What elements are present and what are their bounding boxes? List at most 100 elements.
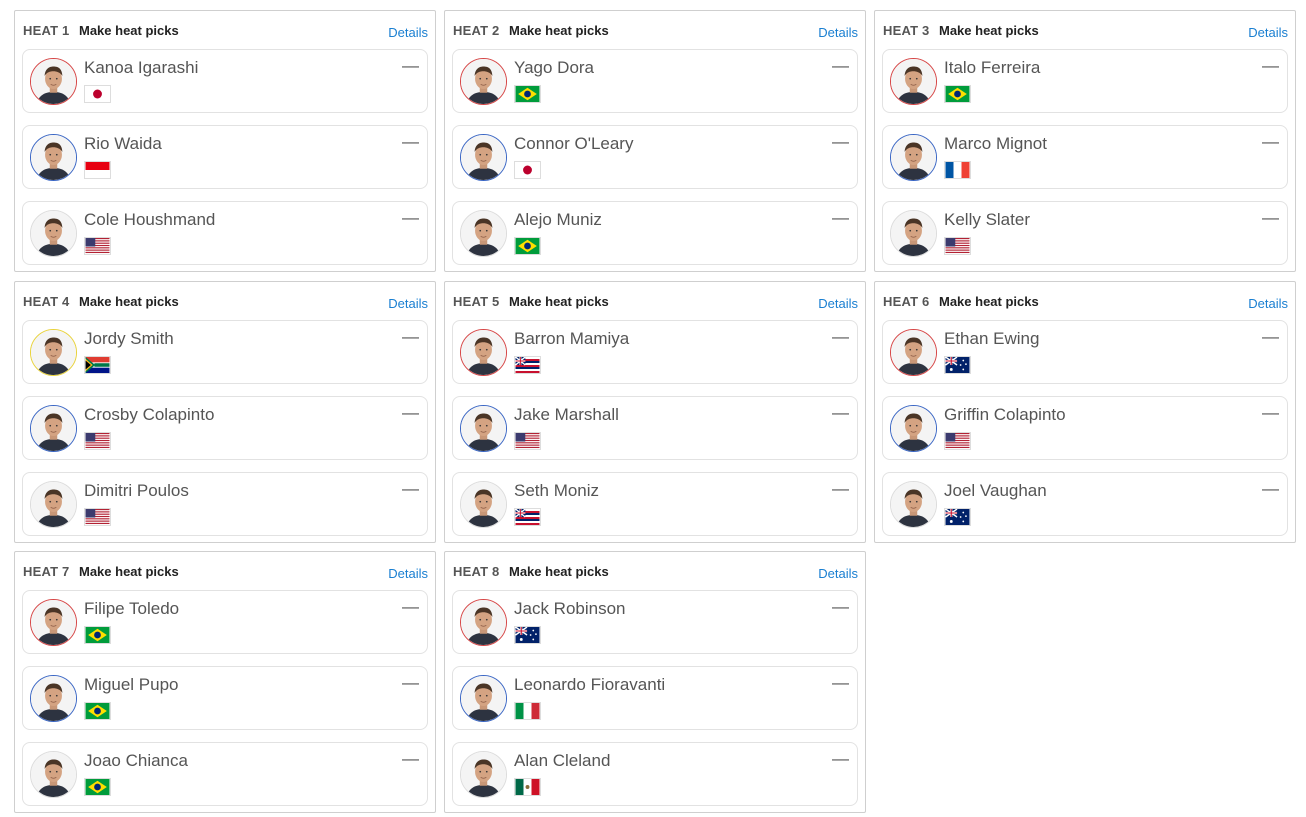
athlete-name: Connor O'Leary — [514, 134, 634, 153]
athlete-row[interactable]: Rio Waida — — [22, 125, 428, 189]
country-flag-icon — [944, 356, 971, 374]
athlete-name: Ethan Ewing — [944, 329, 1040, 348]
athlete-row[interactable]: Alejo Muniz — — [452, 201, 858, 265]
country-flag-icon — [514, 702, 541, 720]
athlete-avatar — [30, 675, 77, 722]
heat-card: HEAT 2 Make heat picks Details Yago Dora — Co… — [444, 10, 866, 272]
athlete-row[interactable]: Joel Vaughan — — [882, 472, 1288, 536]
heat-label: HEAT 5 — [453, 294, 500, 309]
athlete-row[interactable]: Kelly Slater — — [882, 201, 1288, 265]
athlete-score: — — [402, 479, 419, 498]
athlete-name: Dimitri Poulos — [84, 481, 189, 500]
details-link[interactable]: Details — [1248, 25, 1288, 40]
athlete-row[interactable]: Italo Ferreira — — [882, 49, 1288, 113]
athlete-row[interactable]: Crosby Colapinto — — [22, 396, 428, 460]
athlete-score: — — [832, 208, 849, 227]
athlete-avatar — [30, 599, 77, 646]
athlete-score: — — [1262, 479, 1279, 498]
athlete-avatar — [30, 405, 77, 452]
country-flag-icon — [514, 161, 541, 179]
make-heat-picks-link[interactable]: Make heat picks — [939, 23, 1039, 38]
athlete-avatar — [460, 58, 507, 105]
athlete-score: — — [402, 132, 419, 151]
athlete-avatar — [30, 751, 77, 798]
country-flag-icon — [84, 702, 111, 720]
country-flag-icon — [514, 778, 541, 796]
athlete-row[interactable]: Filipe Toledo — — [22, 590, 428, 654]
details-link[interactable]: Details — [818, 296, 858, 311]
details-link[interactable]: Details — [388, 25, 428, 40]
athlete-score: — — [832, 479, 849, 498]
heat-label: HEAT 3 — [883, 23, 930, 38]
athlete-row[interactable]: Jordy Smith — — [22, 320, 428, 384]
country-flag-icon — [514, 356, 541, 374]
country-flag-icon — [84, 237, 111, 255]
make-heat-picks-link[interactable]: Make heat picks — [79, 294, 179, 309]
athlete-avatar — [460, 329, 507, 376]
athlete-score: — — [832, 673, 849, 692]
athlete-row[interactable]: Leonardo Fioravanti — — [452, 666, 858, 730]
athlete-row[interactable]: Griffin Colapinto — — [882, 396, 1288, 460]
athlete-score: — — [402, 597, 419, 616]
athlete-row[interactable]: Barron Mamiya — — [452, 320, 858, 384]
athlete-name: Yago Dora — [514, 58, 595, 77]
country-flag-icon — [84, 161, 111, 179]
athlete-row[interactable]: Cole Houshmand — — [22, 201, 428, 265]
athlete-row[interactable]: Dimitri Poulos — — [22, 472, 428, 536]
country-flag-icon — [84, 432, 111, 450]
athlete-row[interactable]: Ethan Ewing — — [882, 320, 1288, 384]
athlete-avatar — [460, 675, 507, 722]
heat-header: HEAT 2 Make heat picks Details — [445, 11, 865, 49]
athlete-name: Jordy Smith — [84, 329, 174, 348]
athlete-name: Italo Ferreira — [944, 58, 1041, 77]
country-flag-icon — [514, 237, 541, 255]
heat-header: HEAT 7 Make heat picks Details — [15, 552, 435, 590]
make-heat-picks-link[interactable]: Make heat picks — [509, 564, 609, 579]
athlete-row[interactable]: Seth Moniz — — [452, 472, 858, 536]
athlete-row[interactable]: Miguel Pupo — — [22, 666, 428, 730]
heat-card: HEAT 6 Make heat picks Details Ethan Ewing —… — [874, 281, 1296, 543]
athlete-name: Crosby Colapinto — [84, 405, 215, 424]
athlete-row[interactable]: Yago Dora — — [452, 49, 858, 113]
athlete-row[interactable]: Jack Robinson — — [452, 590, 858, 654]
country-flag-icon — [514, 432, 541, 450]
athlete-name: Griffin Colapinto — [944, 405, 1066, 424]
athlete-score: — — [1262, 208, 1279, 227]
athlete-score: — — [402, 749, 419, 768]
athlete-avatar — [460, 751, 507, 798]
heat-header: HEAT 8 Make heat picks Details — [445, 552, 865, 590]
athlete-avatar — [890, 405, 937, 452]
make-heat-picks-link[interactable]: Make heat picks — [79, 564, 179, 579]
details-link[interactable]: Details — [388, 296, 428, 311]
athlete-row[interactable]: Jake Marshall — — [452, 396, 858, 460]
make-heat-picks-link[interactable]: Make heat picks — [509, 23, 609, 38]
athlete-name: Cole Houshmand — [84, 210, 216, 229]
athlete-avatar — [460, 405, 507, 452]
details-link[interactable]: Details — [818, 566, 858, 581]
details-link[interactable]: Details — [818, 25, 858, 40]
athlete-row[interactable]: Connor O'Leary — — [452, 125, 858, 189]
heats-grid: HEAT 1 Make heat picks Details Kanoa Igaras… — [0, 0, 1306, 817]
heat-label: HEAT 1 — [23, 23, 70, 38]
athlete-avatar — [460, 599, 507, 646]
heat-header: HEAT 3 Make heat picks Details — [875, 11, 1295, 49]
country-flag-icon — [84, 626, 111, 644]
details-link[interactable]: Details — [388, 566, 428, 581]
athlete-row[interactable]: Kanoa Igarashi — — [22, 49, 428, 113]
athlete-row[interactable]: Joao Chianca — — [22, 742, 428, 806]
athlete-name: Filipe Toledo — [84, 599, 180, 618]
athlete-avatar — [30, 210, 77, 257]
athlete-row[interactable]: Alan Cleland — — [452, 742, 858, 806]
athlete-name: Seth Moniz — [514, 481, 600, 500]
heat-label: HEAT 2 — [453, 23, 500, 38]
athlete-avatar — [890, 481, 937, 528]
heat-card: HEAT 1 Make heat picks Details Kanoa Igaras… — [14, 10, 436, 272]
athlete-name: Rio Waida — [84, 134, 162, 153]
make-heat-picks-link[interactable]: Make heat picks — [939, 294, 1039, 309]
details-link[interactable]: Details — [1248, 296, 1288, 311]
make-heat-picks-link[interactable]: Make heat picks — [79, 23, 179, 38]
athlete-row[interactable]: Marco Mignot — — [882, 125, 1288, 189]
make-heat-picks-link[interactable]: Make heat picks — [509, 294, 609, 309]
heat-header: HEAT 6 Make heat picks Details — [875, 282, 1295, 320]
athlete-avatar — [30, 134, 77, 181]
